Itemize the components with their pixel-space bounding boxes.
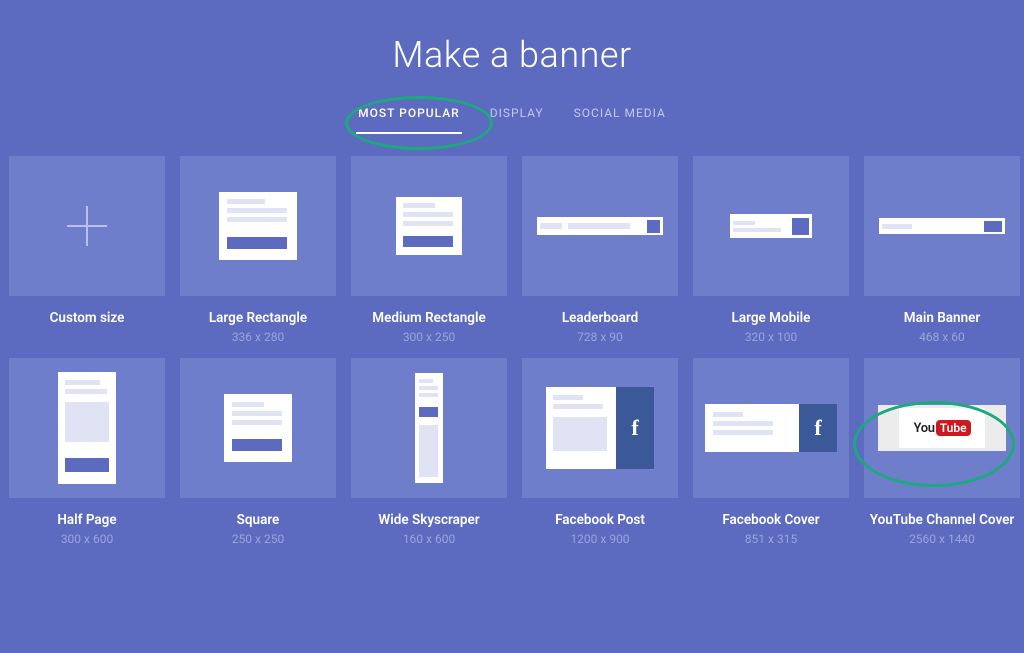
- tabs: MOST POPULAR DISPLAY SOCIAL MEDIA: [0, 100, 1024, 134]
- tile-label: Main Banner: [864, 310, 1020, 326]
- mock-youtube-cover-icon: YouTube: [878, 405, 1006, 451]
- thumb-medium-rectangle: [351, 156, 507, 296]
- plus-icon: [67, 206, 107, 246]
- tile-leaderboard[interactable]: Leaderboard 728 x 90: [522, 156, 678, 344]
- tile-large-rectangle[interactable]: Large Rectangle 336 x 280: [180, 156, 336, 344]
- mock-wide-skyscraper-icon: [415, 373, 443, 483]
- mock-facebook-cover-icon: f: [705, 404, 837, 452]
- thumb-youtube-channel-cover: YouTube: [864, 358, 1020, 498]
- tile-dim: 851 x 315: [693, 532, 849, 546]
- tile-label: Facebook Cover: [693, 512, 849, 528]
- tile-label: Wide Skyscraper: [351, 512, 507, 528]
- tile-dim: 468 x 60: [864, 330, 1020, 344]
- mock-square-icon: [224, 394, 292, 462]
- mock-large-mobile-icon: [730, 214, 812, 238]
- tile-dim: 1200 x 900: [522, 532, 678, 546]
- tile-label: Large Rectangle: [180, 310, 336, 326]
- facebook-icon: f: [631, 415, 638, 441]
- tile-label: Square: [180, 512, 336, 528]
- tile-dim: 160 x 600: [351, 532, 507, 546]
- mock-medium-rectangle-icon: [396, 197, 462, 255]
- tile-label: Large Mobile: [693, 310, 849, 326]
- tile-label: Leaderboard: [522, 310, 678, 326]
- tile-large-mobile[interactable]: Large Mobile 320 x 100: [693, 156, 849, 344]
- tile-wide-skyscraper[interactable]: Wide Skyscraper 160 x 600: [351, 358, 507, 546]
- mock-leaderboard-icon: [537, 217, 663, 235]
- thumb-square: [180, 358, 336, 498]
- tile-medium-rectangle[interactable]: Medium Rectangle 300 x 250: [351, 156, 507, 344]
- tile-label: Custom size: [9, 310, 165, 326]
- tile-label: Facebook Post: [522, 512, 678, 528]
- tile-dim: 2560 x 1440: [864, 532, 1020, 546]
- tile-square[interactable]: Square 250 x 250: [180, 358, 336, 546]
- thumb-large-mobile: [693, 156, 849, 296]
- tile-facebook-cover[interactable]: f Facebook Cover 851 x 315: [693, 358, 849, 546]
- thumb-facebook-cover: f: [693, 358, 849, 498]
- mock-main-banner-icon: [879, 218, 1005, 234]
- tile-dim: 300 x 600: [9, 532, 165, 546]
- thumb-facebook-post: f: [522, 358, 678, 498]
- tile-dim: 250 x 250: [180, 532, 336, 546]
- tile-dim: 336 x 280: [180, 330, 336, 344]
- tile-custom-size[interactable]: Custom size: [9, 156, 165, 344]
- thumb-custom-size: [9, 156, 165, 296]
- thumb-main-banner: [864, 156, 1020, 296]
- mock-large-rectangle-icon: [219, 192, 297, 260]
- thumb-large-rectangle: [180, 156, 336, 296]
- tile-main-banner[interactable]: Main Banner 468 x 60: [864, 156, 1020, 344]
- mock-half-page-icon: [58, 372, 116, 484]
- template-grid: Custom size Large Rectangle 336 x 280 Me…: [0, 134, 1024, 546]
- tile-dim: 300 x 250: [351, 330, 507, 344]
- youtube-tube: Tube: [936, 420, 971, 436]
- thumb-leaderboard: [522, 156, 678, 296]
- tile-facebook-post[interactable]: f Facebook Post 1200 x 900: [522, 358, 678, 546]
- tile-half-page[interactable]: Half Page 300 x 600: [9, 358, 165, 546]
- youtube-you: You: [913, 421, 934, 436]
- tab-most-popular[interactable]: MOST POPULAR: [356, 100, 462, 134]
- tile-label: Half Page: [9, 512, 165, 528]
- tile-label: YouTube Channel Cover: [864, 512, 1020, 528]
- thumb-half-page: [9, 358, 165, 498]
- tile-dim: 728 x 90: [522, 330, 678, 344]
- facebook-icon: f: [814, 415, 821, 441]
- youtube-logo-icon: YouTube: [899, 408, 985, 448]
- thumb-wide-skyscraper: [351, 358, 507, 498]
- mock-facebook-post-icon: f: [546, 387, 654, 469]
- tile-label: Medium Rectangle: [351, 310, 507, 326]
- tile-youtube-channel-cover[interactable]: YouTube YouTube Channel Cover 2560 x 144…: [864, 358, 1020, 546]
- tile-dim: 320 x 100: [693, 330, 849, 344]
- page-title: Make a banner: [0, 0, 1024, 76]
- tab-display[interactable]: DISPLAY: [488, 100, 546, 134]
- tab-social-media[interactable]: SOCIAL MEDIA: [572, 100, 668, 134]
